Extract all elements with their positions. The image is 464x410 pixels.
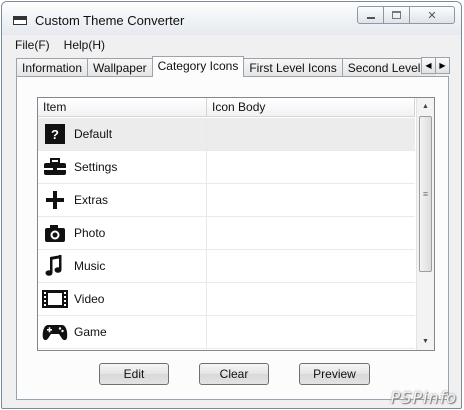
camera-icon <box>42 221 68 245</box>
list-item-label: Settings <box>74 160 118 174</box>
cell-icon-body[interactable] <box>207 316 415 348</box>
close-button[interactable]: ✕ <box>410 6 455 24</box>
arrow-left-icon: ◀ <box>425 61 432 70</box>
plus-icon <box>42 188 68 212</box>
list-item-label: Default <box>74 127 113 141</box>
column-header-icon-body[interactable]: Icon Body <box>207 98 415 117</box>
list-item-label: Game <box>74 325 107 339</box>
cell-icon-body[interactable] <box>207 217 415 249</box>
list-item-photo[interactable]: Photo <box>38 217 415 250</box>
list-header: Item Icon Body <box>38 98 415 117</box>
column-header-item[interactable]: Item <box>38 98 207 117</box>
preview-button[interactable]: Preview <box>299 363 370 385</box>
vertical-scrollbar[interactable]: ▲ ≡ ▼ <box>416 98 434 350</box>
question-icon: ? <box>42 122 68 146</box>
music-note-icon <box>42 254 68 278</box>
cell-icon-body[interactable] <box>207 118 415 150</box>
tab-panel-category-icons: Item Icon Body ? Default Settings Extras Pho… <box>16 76 449 400</box>
title-bar[interactable]: Custom Theme Converter ✕ <box>2 2 461 35</box>
list-item-label: Extras <box>74 193 109 207</box>
maximize-icon <box>392 11 401 19</box>
scroll-up-icon[interactable]: ▲ <box>417 98 434 115</box>
minimize-icon <box>366 17 375 19</box>
grip-icon: ≡ <box>422 189 429 199</box>
watermark-logo: PSPinfo <box>390 388 457 407</box>
scroll-down-icon[interactable]: ▼ <box>417 333 434 350</box>
list-item-settings[interactable]: Settings <box>38 151 415 184</box>
tab-strip: Information Wallpaper Category Icons Fir… <box>16 56 436 77</box>
list-item-label: Music <box>74 259 106 273</box>
list-item-label: Video <box>74 292 105 306</box>
tab-category-icons[interactable]: Category Icons <box>151 56 245 77</box>
tab-wallpaper[interactable]: Wallpaper <box>87 58 153 77</box>
cell-item: Extras <box>38 184 207 216</box>
cell-item: Game <box>38 316 207 348</box>
cell-icon-body[interactable] <box>207 283 415 315</box>
app-window-icon <box>13 16 27 25</box>
cell-item: Video <box>38 283 207 315</box>
list-item-music[interactable]: Music <box>38 250 415 283</box>
window-title: Custom Theme Converter <box>35 13 185 28</box>
category-list[interactable]: Item Icon Body ? Default Settings Extras Pho… <box>37 97 435 351</box>
cell-item: Music <box>38 250 207 282</box>
minimize-button[interactable] <box>357 6 384 24</box>
clear-button[interactable]: Clear <box>199 363 269 385</box>
list-item-video[interactable]: Video <box>38 283 415 316</box>
menu-bar: File(F) Help(H) <box>2 36 461 54</box>
tab-first-level-icons[interactable]: First Level Icons <box>243 58 343 77</box>
arrow-right-icon: ▶ <box>439 61 446 70</box>
film-strip-icon <box>42 287 68 311</box>
list-item-game[interactable]: Game <box>38 316 415 349</box>
tab-scroll-left-button[interactable]: ◀ <box>421 57 436 74</box>
list-rows: ? Default Settings Extras Photo Music Video Gam… <box>38 118 415 349</box>
cell-icon-body[interactable] <box>207 184 415 216</box>
toolbox-icon <box>42 155 68 179</box>
scroll-thumb[interactable]: ≡ <box>419 116 432 272</box>
list-item-extras[interactable]: Extras <box>38 184 415 217</box>
list-item-label: Photo <box>74 226 106 240</box>
tab-information[interactable]: Information <box>16 58 89 77</box>
menu-file[interactable]: File(F) <box>15 36 50 54</box>
svg-text:?: ? <box>51 127 59 142</box>
app-window: Custom Theme Converter ✕ File(F) Help(H)… <box>1 1 462 409</box>
cell-item: ? Default <box>38 118 207 150</box>
maximize-button[interactable] <box>384 6 410 24</box>
cell-icon-body[interactable] <box>207 151 415 183</box>
cell-item: Settings <box>38 151 207 183</box>
cell-icon-body[interactable] <box>207 250 415 282</box>
tab-scroll-right-button[interactable]: ▶ <box>435 57 450 74</box>
edit-button[interactable]: Edit <box>99 363 169 385</box>
cell-item: Photo <box>38 217 207 249</box>
close-icon: ✕ <box>427 9 437 22</box>
menu-help[interactable]: Help(H) <box>64 36 105 54</box>
gamepad-icon <box>42 320 68 344</box>
list-item-default[interactable]: ? Default <box>38 118 415 151</box>
